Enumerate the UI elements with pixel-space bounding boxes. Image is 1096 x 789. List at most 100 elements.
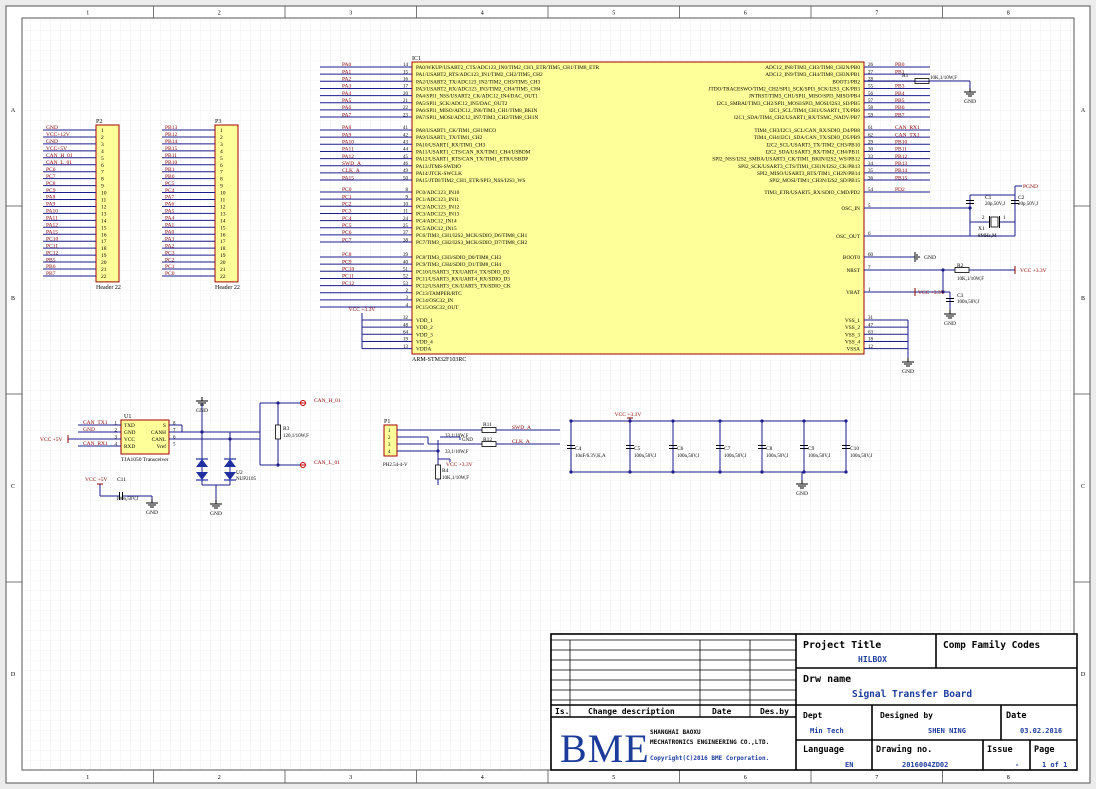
- p3-pin-num: 9: [220, 184, 223, 190]
- p3-pin-num: 17: [220, 239, 226, 245]
- p3-pin-num: 20: [220, 260, 226, 266]
- ic1-pin-num: 15: [403, 70, 409, 75]
- p2-body: [95, 124, 120, 283]
- junction-dot: [228, 437, 232, 441]
- junction-dot: [760, 470, 764, 474]
- ic1-pin-num: 64: [403, 331, 409, 336]
- ic1-pin-function: SPI2_MOSI/TIM1_CH3N/I2S2_SD/PB15: [769, 178, 860, 184]
- ic1-pin-function: I2C1_SDA/TIM4_CH2/USART1_RX/TSMC_NADV/PB…: [734, 115, 860, 121]
- ic1-pin-function: PA0/WKUP/USART2_CTS/ADC123_IN0/TIM2_CH1_…: [416, 65, 600, 71]
- u1-name: TJA1050 Transceiver: [121, 457, 169, 463]
- ic1-pin-function: VDD_3: [416, 332, 433, 338]
- p3-net-label: PA7: [165, 195, 175, 201]
- p2-net-label: PA12: [46, 223, 58, 229]
- p3-net-label: PA1: [165, 223, 175, 229]
- gnd-label: GND: [964, 99, 976, 105]
- zone-col-top: 4: [481, 11, 484, 17]
- junction-dot: [760, 419, 764, 423]
- p3-net-label: PA5: [165, 209, 175, 215]
- mcu-ic1[interactable]: IC1 ARM-STM32F103RC 14 PA0 PA0/WKUP/USART2_C…: [320, 56, 930, 375]
- ic1-pin-num: 37: [403, 231, 409, 236]
- ic1-pin-num: 41: [403, 126, 409, 131]
- ic1-pin-function: JNTRST/TIM3_CH1/SPI1_MISO/SPI3_MISO/PB4: [749, 94, 861, 100]
- tb-drw-name-label: Drw name: [803, 674, 851, 685]
- ic1-net-label: PC1: [342, 194, 352, 200]
- ic1-pin-function: PA8/USART1_CK/TIM1_CH1/MCO: [416, 128, 496, 134]
- r3-ref: R3: [283, 426, 290, 432]
- c11-vcc-label: VCC +5V: [85, 477, 108, 483]
- p3-pin-num: 6: [220, 163, 223, 169]
- p2-net-label: GND: [46, 125, 58, 131]
- ic1-pin-num: 56: [868, 92, 874, 97]
- ic1-pin-num: 24: [403, 217, 409, 222]
- p3-pin-num: 8: [220, 177, 223, 183]
- ic1-net-label: PA1: [342, 69, 352, 75]
- decap-value: 100n,50V,J: [634, 454, 656, 459]
- ic1-name: ARM-STM32F103RC: [412, 357, 466, 363]
- p1-vcc-label: VCC +3.3V: [446, 462, 473, 468]
- r3-value: 120,1/10W,F: [283, 434, 309, 439]
- p2-net-label: PA9: [46, 202, 56, 208]
- p3-net-label: PB15: [165, 146, 177, 152]
- c1-value: 20p,50V,J: [985, 202, 1005, 207]
- ic1-pin-function: PA5/SPI1_SCK/ADC12_IN5/DAC_OUT2: [416, 101, 508, 107]
- p2-pin-num: 20: [101, 260, 107, 266]
- p3-net-label: PC5: [165, 181, 175, 187]
- ic1-net-label: PB12: [895, 154, 907, 160]
- c3-value: 100n,50V,J: [957, 300, 979, 305]
- zone-col-top: 5: [612, 11, 615, 17]
- ic1-net-label: PA6: [342, 105, 352, 111]
- tb-company-cn: SHANGHAI BAOXU: [650, 729, 701, 736]
- tb-drawing-no-label: Drawing no.: [876, 744, 932, 755]
- junction-dot: [844, 470, 848, 474]
- junction-dot: [671, 470, 675, 474]
- decap-value: 100n,50V,J: [766, 454, 788, 459]
- vbat-vcc-label: VCC +3.3V: [918, 290, 945, 296]
- p2-net-label: PA15: [46, 229, 58, 235]
- junction-dot: [436, 449, 440, 453]
- u1-pin-function: CANH: [151, 430, 166, 436]
- swd-net: SWD_A: [512, 425, 531, 431]
- p3-net-label: PC0: [165, 271, 175, 277]
- tb-comp-family-label: Comp Family Codes: [943, 640, 1040, 651]
- decap-vcc-label: VCC +3.3V: [615, 412, 642, 418]
- zone-col-top: 8: [1007, 11, 1010, 17]
- ic1-pin-function: PC6/TIM3_CH1/I2S2_MCK/SDIO_D6/TIM8_CH1: [416, 233, 528, 239]
- p3-pin-num: 1: [220, 128, 223, 134]
- ic1-ref: IC1: [412, 56, 421, 62]
- ic1-pin-function: PA7/SPI1_MOSI/ADC12_IN7/TIM3_CH2/TIM8_CH…: [416, 115, 538, 121]
- p3-pin-num: 12: [220, 204, 226, 210]
- ic1-net-label: PA5: [342, 98, 352, 104]
- gnd-label: GND: [796, 491, 808, 497]
- tb-project-title-label: Project Title: [803, 639, 881, 651]
- p3-net-label: PB14: [165, 139, 177, 145]
- ic1-pin-num: 10: [403, 203, 409, 208]
- ic1-pin-function: VDD_4: [416, 339, 433, 345]
- schematic-sheet: 1122334455667788A AB BC CD D P2Header 221GND…: [5, 5, 1091, 784]
- zone-row-right: B: [1081, 296, 1085, 302]
- zone-col-bottom: 4: [481, 775, 484, 781]
- p2-pin-num: 3: [101, 142, 104, 148]
- p2-pin-num: 15: [101, 225, 107, 231]
- c11-value: 100n,50V,J: [116, 497, 138, 502]
- p2-net-label: PA8: [46, 195, 56, 201]
- p3-pin-num: 7: [220, 170, 223, 176]
- zone-row-left: C: [11, 484, 15, 490]
- ic1-pin-function: PA15/JTDI/TIM2_CH1_ETR/SPI3_NSS/I2S3_WS: [416, 178, 525, 184]
- p3-pin-num: 21: [220, 267, 226, 273]
- ic1-pin-num: 26: [868, 63, 874, 68]
- ic1-pin-num: 17: [403, 85, 409, 90]
- p3-net-label: PA6: [165, 202, 175, 208]
- p2-net-label: PC8: [46, 181, 56, 187]
- zone-col-bottom: 5: [612, 775, 615, 781]
- ic1-pin-num: 46: [403, 162, 409, 167]
- tb-change-label: Change description: [588, 706, 675, 716]
- ic1-pin-function: SPI2_NSS/I2S2_SMBA/USART3_CK/TIM1_BKIN/I…: [712, 157, 860, 163]
- ic1-pin-function: SPI2_MISO/USART3_RTS/TIM1_CH2N/PB14: [757, 171, 860, 177]
- zone-col-top: 2: [218, 11, 221, 17]
- p3-pin-num: 10: [220, 191, 226, 197]
- zone-col-bottom: 8: [1007, 775, 1010, 781]
- u1-pin-function: Vref: [157, 443, 167, 450]
- ic1-net-label: PC2: [342, 202, 352, 208]
- zone-row-left: B: [11, 296, 15, 302]
